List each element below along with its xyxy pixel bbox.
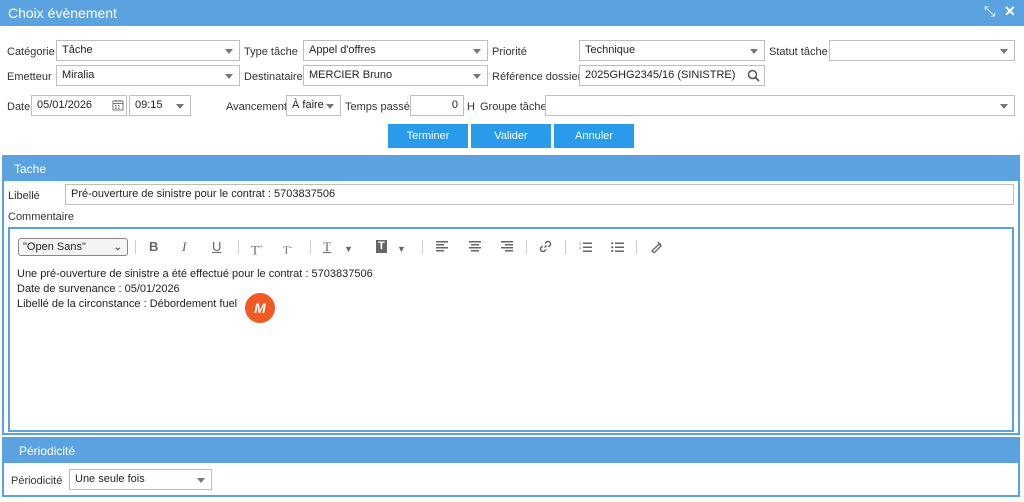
reference-label: Référence dossier (492, 71, 582, 83)
temps-unit: H (467, 101, 475, 113)
toolbar-divider (636, 240, 637, 254)
emetteur-label: Emetteur (7, 71, 52, 83)
chevron-down-icon (473, 49, 481, 54)
periodicite-select[interactable]: Une seule fois (69, 469, 212, 490)
chevron-down-icon (473, 74, 481, 79)
toolbar-divider (565, 240, 566, 254)
ordered-list-icon[interactable]: 1 2 (579, 241, 592, 252)
align-right-icon[interactable] (501, 241, 513, 252)
chevron-down-icon (326, 104, 334, 109)
date-label: Date (7, 101, 31, 113)
subscript-icon[interactable]: T- (283, 239, 292, 259)
type-tache-value: Appel d'offres (309, 44, 376, 56)
temps-input[interactable]: 0 (410, 95, 464, 116)
toolbar-divider (310, 240, 311, 254)
highlight-color-icon[interactable]: T (376, 240, 387, 253)
superscript-icon[interactable]: T+ (251, 239, 263, 258)
editor-line: Date de survenance : 05/01/2026 (17, 283, 180, 295)
commentaire-label: Commentaire (8, 211, 75, 223)
chevron-down-icon (225, 49, 233, 54)
priorite-value: Technique (585, 44, 636, 56)
chevron-down-icon[interactable]: ▼ (397, 241, 406, 257)
date-value: 05/01/2026 (37, 99, 93, 111)
reference-value: 2025GHG2345/16 (SINISTRE) (585, 69, 736, 81)
chevron-down-icon (750, 49, 758, 54)
toolbar-divider (422, 240, 423, 254)
libelle-label: Libellé (8, 190, 40, 202)
app-logo-icon: M (245, 293, 275, 323)
toolbar-divider (526, 240, 527, 254)
categorie-label: Catégorie (7, 46, 55, 58)
chevron-down-icon (225, 74, 233, 79)
italic-icon[interactable]: I (182, 239, 186, 255)
bold-icon[interactable]: B (149, 239, 158, 255)
clear-formatting-icon[interactable] (650, 240, 663, 253)
emetteur-select[interactable]: Miralia (56, 65, 240, 86)
link-icon[interactable] (539, 240, 552, 253)
groupe-label: Groupe tâche (480, 101, 547, 113)
statut-label: Statut tâche (769, 46, 828, 58)
categorie-value: Tâche (62, 44, 93, 56)
tache-header: Tache (4, 157, 1018, 181)
temps-label: Temps passé (345, 101, 410, 113)
periodicite-header: Périodicité (4, 439, 1018, 463)
groupe-select[interactable] (545, 95, 1015, 116)
date-field[interactable]: 05/01/2026 (31, 95, 127, 116)
priorite-select[interactable]: Technique (579, 40, 765, 61)
avancement-label: Avancement (226, 101, 287, 113)
window-title: Choix évènement (8, 5, 117, 21)
priorite-label: Priorité (492, 46, 527, 58)
avancement-select[interactable]: À faire (286, 95, 341, 116)
font-color-icon[interactable]: T (323, 239, 331, 255)
destinataire-select[interactable]: MERCIER Bruno (303, 65, 488, 86)
libelle-input[interactable]: Pré-ouverture de sinistre pour le contra… (65, 184, 1014, 205)
periodicite-value: Une seule fois (75, 473, 145, 485)
align-center-icon[interactable] (469, 241, 481, 252)
emetteur-value: Miralia (62, 69, 95, 81)
chevron-down-icon (197, 478, 205, 483)
comment-editor[interactable]: "Open Sans" ⌄ B I U T+ T- T ▼ T ▼ 1 2 Une… (8, 227, 1014, 432)
svg-text:2: 2 (579, 245, 582, 250)
time-value: 09:15 (135, 99, 163, 111)
chevron-down-icon: ⌄ (113, 242, 122, 253)
chevron-down-icon (176, 104, 184, 109)
bullet-list-icon[interactable] (611, 241, 624, 252)
annuler-button[interactable]: Annuler (554, 124, 634, 148)
chevron-down-icon[interactable]: ▼ (344, 241, 353, 257)
valider-button[interactable]: Valider (471, 124, 551, 148)
toolbar-divider (135, 240, 136, 254)
collapse-icon[interactable]: ⤡ (984, 3, 995, 20)
categorie-select[interactable]: Tâche (56, 40, 240, 61)
reference-field[interactable]: 2025GHG2345/16 (SINISTRE) (579, 65, 765, 86)
type-tache-label: Type tâche (244, 46, 298, 58)
terminer-button[interactable]: Terminer (388, 124, 468, 148)
search-icon[interactable] (747, 69, 760, 82)
toolbar-divider (238, 240, 239, 254)
editor-line: Une pré-ouverture de sinistre a été effe… (17, 268, 373, 280)
destinataire-label: Destinataire (244, 71, 303, 83)
chevron-down-icon (1000, 104, 1008, 109)
window-titlebar: Choix évènement ⤡ ✕ (0, 0, 1024, 26)
chevron-down-icon (1000, 49, 1008, 54)
type-tache-select[interactable]: Appel d'offres (303, 40, 488, 61)
calendar-icon[interactable] (112, 99, 124, 111)
destinataire-value: MERCIER Bruno (309, 69, 393, 81)
align-left-icon[interactable] (436, 241, 448, 252)
font-family-value: "Open Sans" (23, 241, 86, 253)
font-family-select[interactable]: "Open Sans" ⌄ (18, 238, 128, 256)
underline-icon[interactable]: U (212, 239, 221, 255)
close-icon[interactable]: ✕ (1004, 3, 1016, 20)
editor-line: Libellé de la circonstance : Débordement… (17, 298, 238, 310)
avancement-value: À faire (292, 99, 324, 111)
periodicite-label: Périodicité (11, 475, 63, 487)
statut-select[interactable] (829, 40, 1015, 61)
time-select[interactable]: 09:15 (129, 95, 191, 116)
